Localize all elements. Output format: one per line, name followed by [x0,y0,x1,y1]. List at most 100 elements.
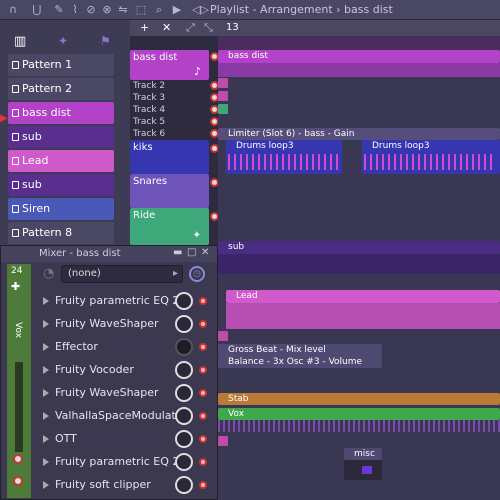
clip-stab[interactable]: Stab [218,393,500,405]
paint-icon[interactable]: ⌇ [68,3,82,17]
automation-marker[interactable] [218,331,228,341]
magnet-icon[interactable]: ∩ [6,3,20,17]
slip-icon[interactable]: ⇋ [116,3,130,17]
nav-icon[interactable]: ◁▷ [192,3,209,17]
slot-enable-led[interactable] [199,389,207,397]
clip-misc[interactable]: misc [344,448,382,460]
slot-enable-led[interactable] [199,366,207,374]
mix-knob[interactable] [175,384,193,402]
channel-label: bass dist [133,52,178,63]
track-row[interactable]: Track 4 [130,104,210,116]
mix-knob[interactable] [175,315,193,333]
slot-enable-led[interactable] [199,320,207,328]
pattern-item[interactable]: Siren [8,198,114,220]
play-icon[interactable]: ▶ [170,3,184,17]
close-icon[interactable]: ✕ [201,247,209,258]
slot-enable-led[interactable] [199,458,207,466]
expand-arrow-icon[interactable] [43,366,49,374]
expand-arrow-icon[interactable] [43,412,49,420]
mix-knob[interactable] [175,292,193,310]
clip-balance[interactable]: Balance - 3x Osc #3 - Volume [218,356,382,368]
add-icon[interactable]: + [140,21,149,34]
expand-arrow-icon[interactable] [43,297,49,305]
expand-arrow-icon[interactable] [43,458,49,466]
tools-icon[interactable]: ⚑ [100,34,111,48]
solo-led[interactable] [13,476,23,486]
clip-label: Balance - 3x Osc #3 - Volume [228,357,363,367]
pattern-item[interactable]: bass dist ▶ [0,102,114,124]
pattern-icon [12,133,19,141]
clip-lead[interactable]: Lead [226,290,500,303]
sparkle-icon[interactable]: ✦ [58,34,68,48]
clip-bass-dist[interactable]: bass dist [218,50,500,63]
slot-enable-led[interactable] [199,412,207,420]
pattern-item[interactable]: Lead [8,150,114,172]
zoom-icon[interactable]: ⌕ [152,3,166,17]
clip-drums-1[interactable]: Drums loop3 [226,140,342,174]
clip-limiter[interactable]: Limiter (Slot 6) - bass - Gain [218,128,500,140]
mix-knob[interactable] [175,430,193,448]
channel-snares[interactable]: Snares [130,174,209,208]
automation-marker[interactable] [218,78,228,88]
close-icon[interactable]: ✕ [162,21,171,34]
slot-enable-led[interactable] [199,481,207,489]
preset-select[interactable]: (none) ▸ [61,265,183,283]
mix-knob[interactable] [175,407,193,425]
volume-fader[interactable] [15,362,23,452]
slot-enable-led[interactable] [199,343,207,351]
automation-marker[interactable] [218,91,228,101]
pattern-label: Lead [22,154,49,167]
expand-arrow-icon[interactable] [43,343,49,351]
mix-knob[interactable] [175,338,193,356]
mute-icon[interactable]: ⊗ [100,3,114,17]
mixer-strip[interactable]: 24 ✚ Vox [7,264,31,498]
clip-sub[interactable]: sub [218,241,500,254]
expand-arrow-icon[interactable] [43,481,49,489]
timeline-ruler[interactable]: 13 [218,20,500,36]
route-icon[interactable]: ✚ [11,280,20,293]
routing-knob-icon[interactable]: ◔ [43,266,54,281]
waveform [364,154,494,170]
expand-arrow-icon[interactable] [43,320,49,328]
delete-icon[interactable]: ⊘ [84,3,98,17]
clip-bass-dist-body[interactable] [218,63,500,77]
automation-marker[interactable] [218,104,228,114]
zoom-out-icon[interactable]: ⤡ [204,21,213,35]
expand-arrow-icon[interactable] [43,435,49,443]
pattern-item[interactable]: sub [8,126,114,148]
mute-led[interactable] [13,454,23,464]
mix-knob[interactable] [175,361,193,379]
select-icon[interactable]: ⬚ [134,3,148,17]
slot-enable-led[interactable] [199,297,207,305]
clip-drums-2[interactable]: Drums loop3 [362,140,500,174]
pattern-item[interactable]: Pattern 2 [8,78,114,100]
minimize-icon[interactable]: ▬ [173,247,182,258]
mix-knob[interactable] [175,476,193,494]
track-row[interactable]: Track 5 [130,116,210,128]
maximize-icon[interactable]: □ [187,247,196,258]
channel-bass-dist[interactable]: bass dist ♪ [130,50,209,80]
pattern-item[interactable]: Pattern 1 [8,54,114,76]
clip-gross-beat[interactable]: Gross Beat - Mix level [218,344,382,356]
preset-value: (none) [68,268,101,279]
mixer-titlebar[interactable]: Mixer - bass dist ▬ □ ✕ [1,246,217,262]
clip-vox[interactable]: Vox [218,408,500,420]
pencil-icon[interactable]: ✎ [52,3,66,17]
pattern-item[interactable]: sub [8,174,114,196]
track-row[interactable]: Track 2 [130,80,210,92]
zoom-in-icon[interactable]: ⤢ [186,21,195,35]
expand-arrow-icon[interactable] [43,389,49,397]
clip-label: Lead [236,291,258,301]
pattern-item[interactable]: Pattern 8 [8,222,114,244]
clip-lead-body [226,303,500,329]
piano-roll-icon[interactable]: ▥ [14,34,26,49]
clock-icon[interactable]: ◷ [189,266,205,282]
mix-knob[interactable] [175,453,193,471]
slot-enable-led[interactable] [199,435,207,443]
channel-kiks[interactable]: kiks [130,140,209,174]
channel-ride[interactable]: Ride ✦ [130,208,209,245]
track-row[interactable]: Track 3 [130,92,210,104]
automation-marker[interactable] [218,436,228,446]
track-row[interactable]: Track 6 [130,128,210,140]
magnet-snap-icon[interactable]: ⋃ [30,3,44,17]
